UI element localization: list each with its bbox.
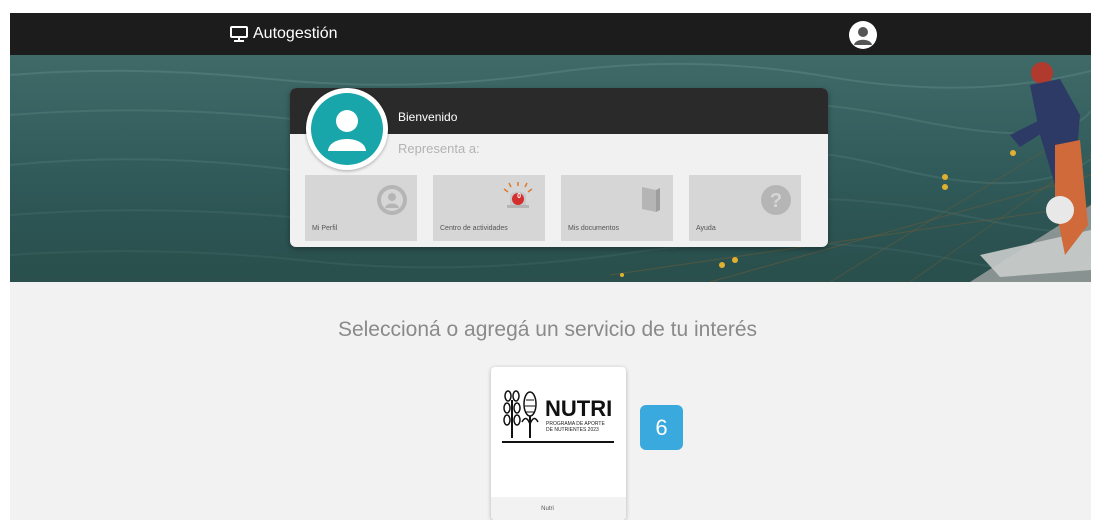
tile-label: Ayuda — [696, 225, 716, 232]
monitor-icon — [230, 26, 248, 42]
app-root: Autogestión Bienvenido Representa a: Mi … — [0, 0, 1095, 520]
nutri-logo-subtitle: PROGRAMA DE APORTE DE NUTRIENTES 2023 — [546, 421, 622, 433]
tile-mis-documentos[interactable]: Mis documentos — [561, 175, 673, 241]
book-icon — [638, 184, 664, 219]
user-circle-icon — [376, 184, 408, 221]
welcome-greeting: Bienvenido — [398, 110, 458, 124]
tile-label: Mi Perfil — [312, 225, 338, 232]
nutri-logo-wordmark: NUTRI — [545, 396, 613, 421]
user-icon — [849, 21, 877, 49]
services-title: Seleccioná o agregá un servicio de tu in… — [337, 318, 758, 341]
tile-mi-perfil[interactable]: Mi Perfil — [305, 175, 417, 241]
question-circle-icon: ? — [760, 184, 792, 221]
represents-label: Representa a: — [398, 141, 480, 156]
service-name: Nutri — [541, 506, 554, 512]
avatar — [306, 88, 388, 170]
notification-badge: 0 — [517, 193, 521, 200]
brand-label: Autogestión — [253, 25, 338, 42]
tile-label: Centro de actividades — [440, 225, 508, 232]
nutri-logo-subtitle-line2: DE NUTRIENTES 2023 — [546, 427, 599, 433]
account-menu-button[interactable] — [849, 21, 877, 49]
nutri-logo-plant-icon — [503, 390, 539, 438]
svg-text:?: ? — [770, 190, 782, 212]
user-avatar-icon — [328, 110, 366, 151]
nutri-logo-rule — [502, 441, 614, 443]
autogestion-link[interactable]: Autogestión — [230, 23, 338, 45]
step-number-badge: 6 — [640, 405, 683, 450]
tile-centro-de-actividades[interactable]: 0 Centro de actividades — [433, 175, 545, 241]
top-bar: Autogestión — [10, 13, 1091, 55]
tile-label: Mis documentos — [568, 225, 619, 232]
tile-ayuda[interactable]: ? Ayuda — [689, 175, 801, 241]
